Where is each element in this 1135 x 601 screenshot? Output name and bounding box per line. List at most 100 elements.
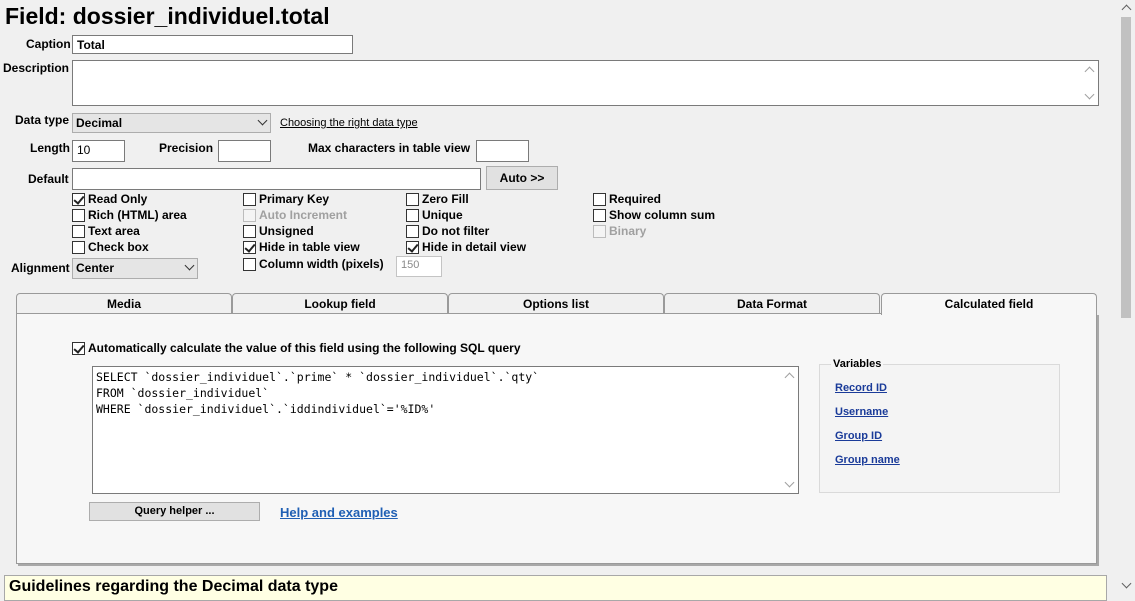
length-input[interactable]: 10 [72, 140, 125, 162]
auto-calc-option[interactable]: Automatically calculate the value of thi… [72, 341, 521, 355]
default-label: Default [28, 172, 69, 186]
default-input[interactable] [72, 168, 481, 190]
required-option[interactable]: Required [593, 192, 661, 206]
scroll-down-icon[interactable] [1121, 578, 1132, 589]
text-area-checkbox[interactable] [72, 224, 85, 238]
caption-input[interactable]: Total [72, 35, 353, 54]
page-title: Field: dossier_individuel.total [5, 3, 330, 29]
caption-label: Caption [26, 37, 71, 51]
show-column-sum-label: Show column sum [609, 208, 716, 222]
alignment-select[interactable]: Center [72, 258, 198, 279]
hide-detail-label: Hide in detail view [422, 240, 527, 254]
tab-lookup-field[interactable]: Lookup field [232, 293, 448, 313]
zero-fill-checkbox[interactable] [406, 192, 419, 206]
tab-options-list[interactable]: Options list [448, 293, 664, 313]
sql-line: FROM `dossier_individuel` [96, 386, 270, 400]
window-scrollbar[interactable] [1118, 0, 1135, 597]
scroll-up-icon[interactable] [1121, 4, 1132, 15]
binary-checkbox [593, 224, 606, 238]
variables-title: Variables [831, 358, 884, 370]
hide-detail-checkbox[interactable] [406, 240, 419, 254]
hide-table-checkbox[interactable] [243, 240, 256, 254]
data-type-value: Decimal [76, 116, 123, 130]
do-not-filter-option[interactable]: Do not filter [406, 224, 489, 238]
unique-checkbox[interactable] [406, 208, 419, 222]
text-area-label: Text area [88, 224, 140, 238]
binary-label: Binary [609, 224, 647, 238]
required-checkbox[interactable] [593, 192, 606, 206]
unique-label: Unique [422, 208, 463, 222]
read-only-option[interactable]: Read Only [72, 192, 147, 206]
max-chars-input[interactable] [476, 140, 529, 162]
required-label: Required [609, 192, 662, 206]
help-examples-link[interactable]: Help and examples [280, 505, 398, 520]
do-not-filter-checkbox[interactable] [406, 224, 419, 238]
hide-table-label: Hide in table view [259, 240, 360, 254]
auto-button[interactable]: Auto >> [486, 166, 558, 190]
unsigned-option[interactable]: Unsigned [243, 224, 314, 238]
read-only-checkbox[interactable] [72, 192, 85, 206]
alignment-value: Center [76, 261, 115, 275]
tab-data-format[interactable]: Data Format [664, 293, 880, 313]
query-helper-button[interactable]: Query helper ... [89, 502, 260, 521]
max-chars-label: Max characters in table view [308, 141, 471, 155]
zero-fill-label: Zero Fill [422, 192, 469, 206]
unsigned-checkbox[interactable] [243, 224, 256, 238]
unique-option[interactable]: Unique [406, 208, 463, 222]
precision-label: Precision [159, 141, 214, 155]
text-area-option[interactable]: Text area [72, 224, 140, 238]
variable-group-name-link[interactable]: Group name [835, 454, 900, 466]
variable-username-link[interactable]: Username [835, 406, 888, 418]
binary-option: Binary [593, 224, 646, 238]
scroll-up-icon[interactable] [784, 372, 795, 383]
variable-group-id-link[interactable]: Group ID [835, 430, 882, 442]
check-box-option[interactable]: Check box [72, 240, 149, 254]
column-width-input: 150 [396, 256, 442, 277]
auto-increment-checkbox [243, 208, 256, 222]
sql-query-editor[interactable]: SELECT `dossier_individuel`.`prime` * `d… [92, 366, 799, 494]
rich-html-option[interactable]: Rich (HTML) area [72, 208, 187, 222]
auto-calc-label: Automatically calculate the value of thi… [88, 341, 521, 355]
tab-media[interactable]: Media [16, 293, 232, 313]
data-type-help-link[interactable]: Choosing the right data type [280, 117, 418, 129]
scroll-thumb[interactable] [1121, 17, 1131, 318]
length-label: Length [30, 141, 70, 155]
precision-input[interactable] [218, 140, 271, 162]
hide-detail-option[interactable]: Hide in detail view [406, 240, 526, 254]
primary-key-label: Primary Key [259, 192, 330, 206]
scroll-down-icon[interactable] [1084, 89, 1095, 100]
zero-fill-option[interactable]: Zero Fill [406, 192, 469, 206]
check-box-checkbox[interactable] [72, 240, 85, 254]
data-type-label: Data type [15, 113, 70, 127]
scroll-up-icon[interactable] [1084, 66, 1095, 77]
sql-line: SELECT `dossier_individuel`.`prime` * `d… [96, 370, 540, 384]
auto-calc-checkbox[interactable] [72, 341, 85, 355]
do-not-filter-label: Do not filter [422, 224, 490, 238]
tab-calculated-field[interactable]: Calculated field [881, 293, 1097, 315]
column-width-label: Column width (pixels) [259, 257, 384, 271]
column-width-checkbox[interactable] [243, 257, 256, 271]
tab-label: Lookup field [304, 297, 376, 311]
check-box-label: Check box [88, 240, 149, 254]
primary-key-option[interactable]: Primary Key [243, 192, 329, 206]
sql-line: WHERE `dossier_individuel`.`iddindividue… [96, 402, 436, 416]
unsigned-label: Unsigned [259, 224, 314, 238]
sql-editor-scrollbar[interactable] [782, 368, 797, 492]
description-scrollbar[interactable] [1083, 62, 1097, 104]
show-column-sum-checkbox[interactable] [593, 208, 606, 222]
tab-label: Calculated field [944, 297, 1034, 311]
tab-label: Options list [523, 297, 589, 311]
variable-record-id-link[interactable]: Record ID [835, 382, 887, 394]
hide-table-option[interactable]: Hide in table view [243, 240, 360, 254]
show-column-sum-option[interactable]: Show column sum [593, 208, 715, 222]
description-textarea[interactable] [72, 60, 1099, 106]
column-width-option[interactable]: Column width (pixels) [243, 257, 384, 271]
guidelines-banner: Guidelines regarding the Decimal data ty… [4, 575, 1107, 601]
primary-key-checkbox[interactable] [243, 192, 256, 206]
tab-label: Data Format [736, 297, 807, 311]
read-only-label: Read Only [88, 192, 148, 206]
rich-html-checkbox[interactable] [72, 208, 85, 222]
auto-increment-label: Auto Increment [259, 208, 348, 222]
scroll-down-icon[interactable] [784, 477, 795, 488]
data-type-select[interactable]: Decimal [72, 113, 271, 133]
